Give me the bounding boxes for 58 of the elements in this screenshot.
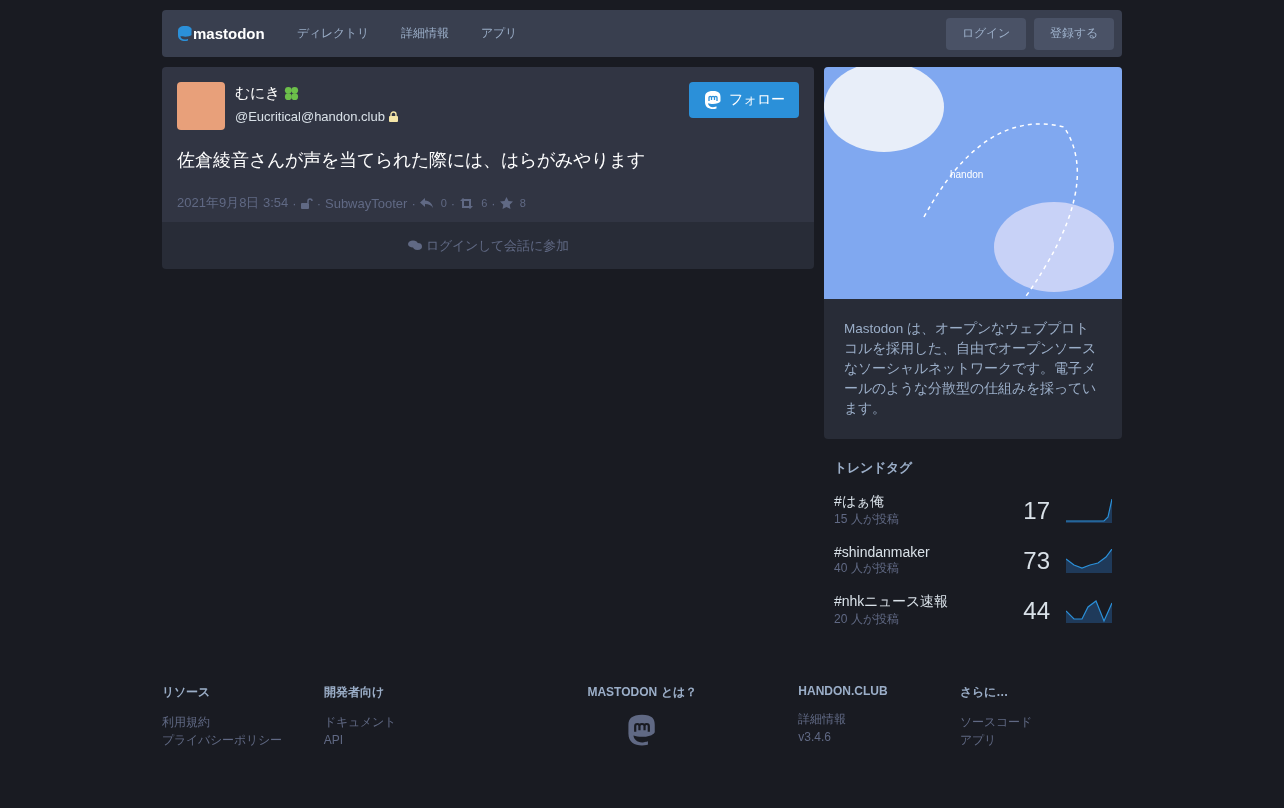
header-button[interactable]: 登録する <box>1034 17 1114 50</box>
footer-link[interactable]: ソースコード <box>960 713 1122 731</box>
separator: · <box>450 195 456 211</box>
reply-count: 0 <box>440 197 447 209</box>
follow-button[interactable]: フォロー <box>689 82 799 118</box>
header-button[interactable]: ログイン <box>946 17 1026 50</box>
nav-link[interactable]: ディレクトリ <box>280 25 385 42</box>
footer-heading: 開発者向け <box>323 684 385 701</box>
sparkline <box>1066 598 1112 623</box>
trends-title: トレンドタグ <box>834 459 914 477</box>
separator: · <box>411 195 416 211</box>
speech-bubbles-icon <box>407 240 422 251</box>
sparkline <box>1066 498 1112 523</box>
footer-link[interactable]: v3.4.6 <box>798 728 961 746</box>
star-icon[interactable] <box>499 197 513 209</box>
separator: · <box>491 195 496 211</box>
hashtag-usage: 20 人が投稿 <box>834 611 900 628</box>
footer-link[interactable]: ドキュメント <box>323 713 486 731</box>
display-name[interactable]: むにき <box>235 84 280 103</box>
boost-icon[interactable] <box>459 197 475 209</box>
hashtag-usage: 40 人が投稿 <box>834 560 900 577</box>
nav-link[interactable]: アプリ <box>464 25 533 42</box>
footer-link[interactable]: 詳細情報 <box>798 710 961 728</box>
unlock-icon <box>300 197 313 209</box>
separator: · <box>316 195 321 211</box>
footer-heading: MASTODON とは？ <box>587 684 697 701</box>
hashtag-count: 17 <box>1023 496 1050 525</box>
footer-link[interactable]: 利用規約 <box>162 713 324 731</box>
account-handle: @Eucritical@handon.club <box>235 109 385 124</box>
reply-icon[interactable] <box>419 197 434 209</box>
mastodon-logo-icon <box>703 90 723 110</box>
footer-heading: HANDON.CLUB <box>798 684 889 698</box>
avatar <box>177 82 225 130</box>
hashtag-link[interactable]: #はぁ俺 <box>834 493 1024 511</box>
footer-link[interactable]: アプリ <box>960 731 1122 749</box>
clover-icon <box>283 85 300 102</box>
about-text: Mastodon は、オープンなウェブプロトコルを採用した、自由でオープンソースなソーシャルネットワークです。電子メールのような分散型の仕組みを採っています。 <box>843 320 1097 418</box>
lock-icon <box>389 111 398 122</box>
mastodon-logo[interactable]: mastodon <box>177 25 265 42</box>
separator: · <box>292 195 297 211</box>
footer-heading: さらに… <box>960 684 1010 701</box>
favourite-count: 8 <box>519 197 526 209</box>
hashtag-usage: 15 人が投稿 <box>834 511 900 528</box>
hashtag-count: 44 <box>1023 596 1050 625</box>
join-conversation-link[interactable]: ログインして会話に参加 <box>162 222 814 269</box>
status-date[interactable]: 2021年9月8日 3:54 <box>177 194 289 212</box>
hashtag-link[interactable]: #nhkニュース速報 <box>834 593 1024 611</box>
sparkline <box>1066 548 1112 573</box>
boost-count: 6 <box>481 197 488 209</box>
hero-label: handon <box>950 169 984 180</box>
status-text: 佐倉綾音さんが声を当てられた際には、はらがみやります <box>177 149 646 172</box>
nav-link[interactable]: 詳細情報 <box>384 25 465 42</box>
hashtag-link[interactable]: #shindanmaker <box>834 544 1024 560</box>
hashtag-count: 73 <box>1023 546 1050 575</box>
footer-link[interactable]: プライバシーポリシー <box>162 731 324 749</box>
app-name: SubwayTooter <box>325 195 408 211</box>
footer-heading: リソース <box>162 684 211 701</box>
footer-link[interactable]: API <box>323 731 486 749</box>
